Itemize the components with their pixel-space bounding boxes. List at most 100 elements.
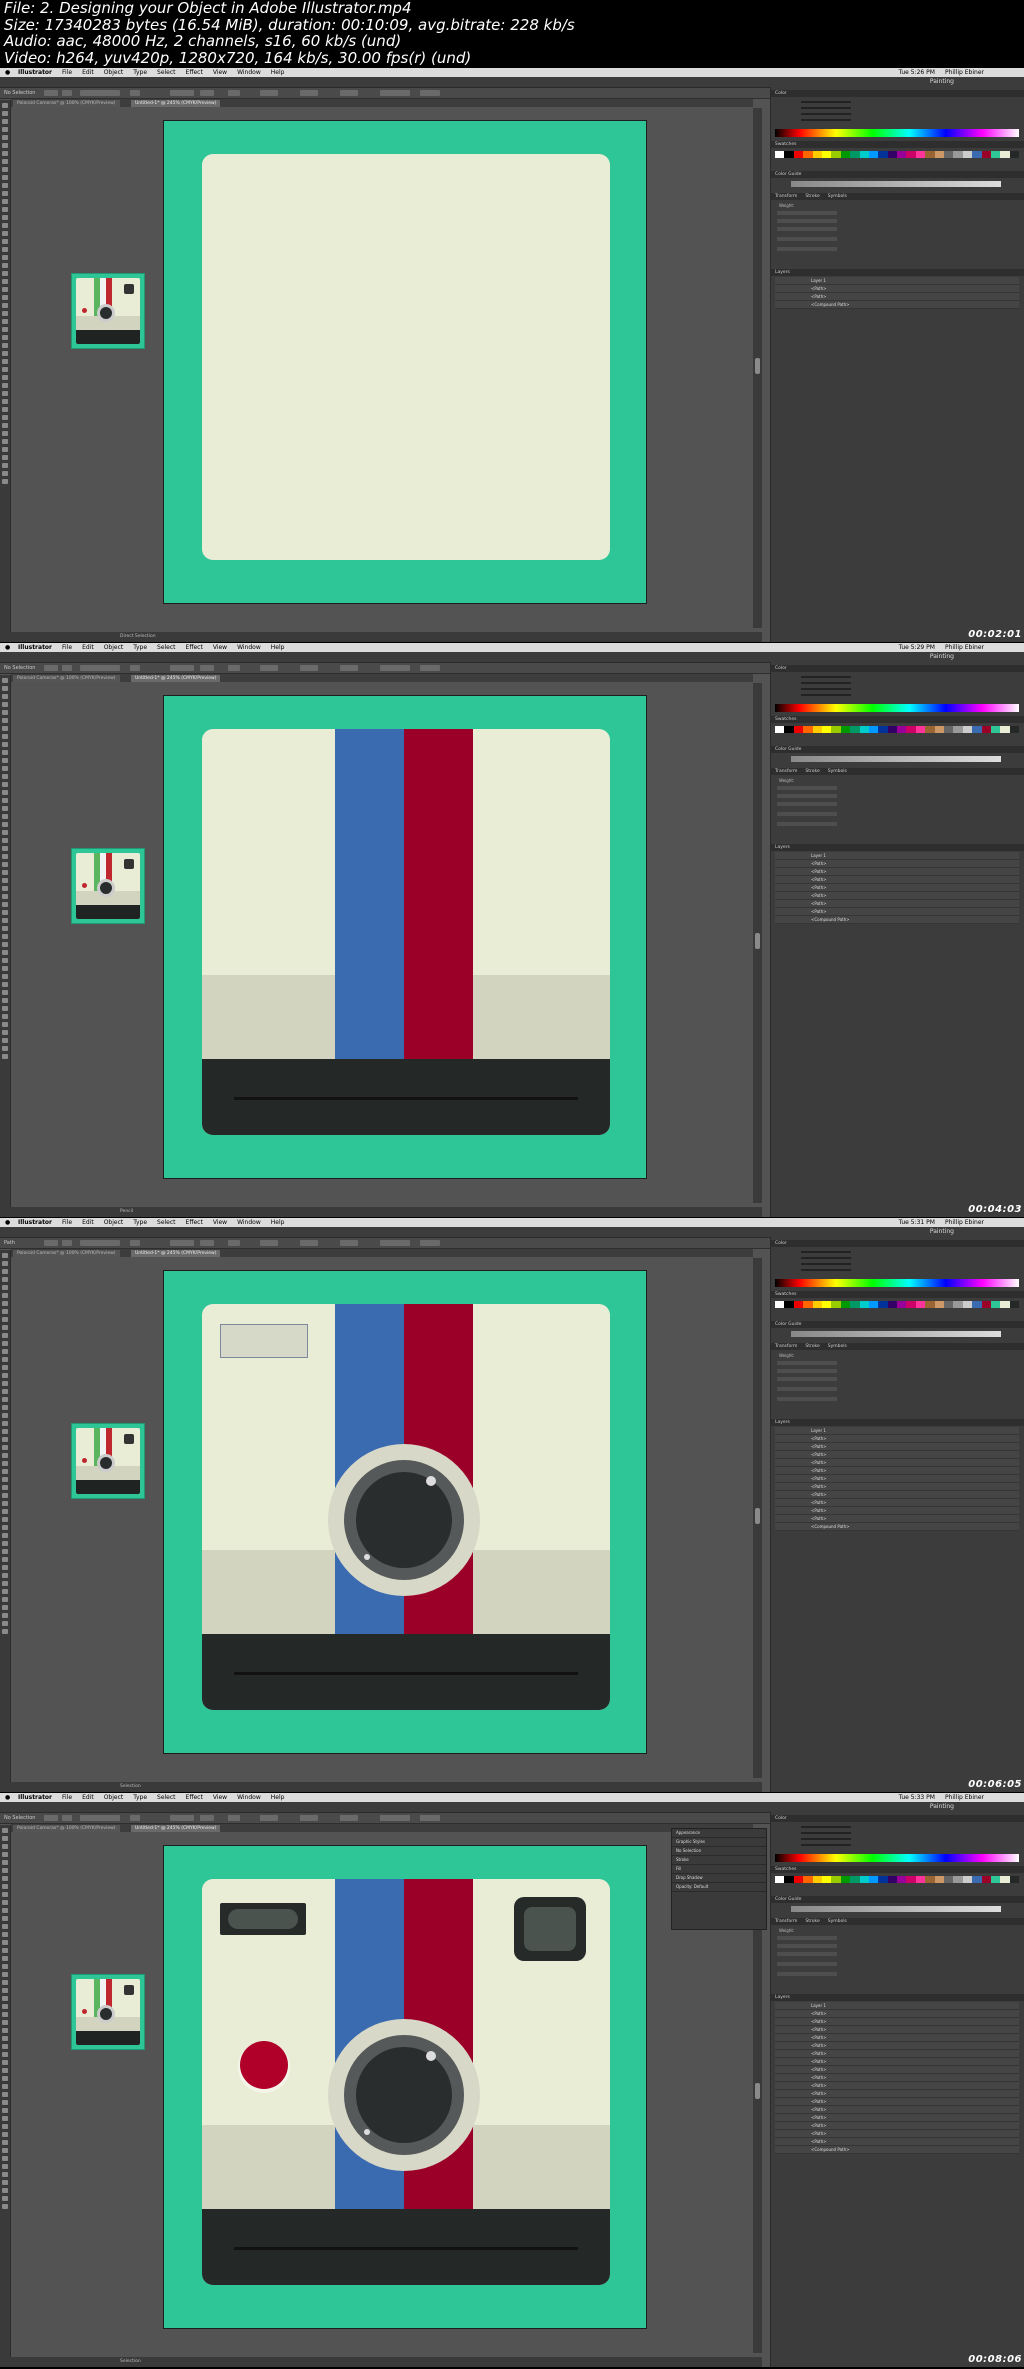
color-panel-header[interactable]: Color bbox=[771, 90, 1024, 97]
tool-icon[interactable] bbox=[2, 439, 8, 444]
workspace-switcher[interactable]: Painting bbox=[930, 1227, 954, 1237]
tool-icon[interactable] bbox=[2, 1054, 8, 1059]
layer-row[interactable]: <Path> bbox=[775, 876, 1019, 884]
tool-icon[interactable] bbox=[2, 391, 8, 396]
tool-icon[interactable] bbox=[2, 814, 8, 819]
stroke-panel-header[interactable]: Transform Stroke Symbols bbox=[771, 1918, 1024, 1925]
color-guide-header[interactable]: Color Guide bbox=[771, 746, 1024, 753]
swatch[interactable] bbox=[793, 726, 804, 733]
shutter-button[interactable] bbox=[240, 2041, 288, 2089]
menu-select[interactable]: Select bbox=[157, 68, 176, 77]
control-field[interactable] bbox=[62, 1240, 72, 1246]
swatch[interactable] bbox=[906, 726, 916, 733]
color-spectrum[interactable] bbox=[775, 704, 1019, 712]
control-field[interactable] bbox=[80, 90, 120, 96]
swatch[interactable] bbox=[934, 1301, 945, 1308]
tool-icon[interactable] bbox=[2, 1852, 8, 1857]
layer-row[interactable]: <Path> bbox=[775, 1435, 1019, 1443]
layer-row[interactable]: Layer 1 bbox=[775, 277, 1019, 285]
tool-icon[interactable] bbox=[2, 431, 8, 436]
stroke-option[interactable] bbox=[777, 1387, 837, 1391]
appearance-item[interactable]: Appearance bbox=[672, 1829, 766, 1838]
color-guide-header[interactable]: Color Guide bbox=[771, 1321, 1024, 1328]
app-menu[interactable]: Illustrator bbox=[18, 1793, 52, 1802]
menu-file[interactable]: File bbox=[62, 1218, 72, 1227]
swatch[interactable] bbox=[812, 151, 822, 158]
stroke-panel-header[interactable]: Transform Stroke Symbols bbox=[771, 193, 1024, 200]
tool-icon[interactable] bbox=[2, 1828, 8, 1833]
tool-icon[interactable] bbox=[2, 902, 8, 907]
menu-help[interactable]: Help bbox=[271, 1218, 285, 1227]
color-guide-strip[interactable] bbox=[791, 1331, 1001, 1337]
tab-untitled[interactable]: Untitled-1* @ 245% (CMYK/Preview) bbox=[131, 100, 221, 107]
menu-select[interactable]: Select bbox=[157, 1218, 176, 1227]
layer-row[interactable]: <Path> bbox=[775, 2106, 1019, 2114]
apple-menu-icon[interactable]: ● bbox=[5, 643, 10, 652]
camera-body[interactable] bbox=[202, 729, 610, 1135]
tool-icon[interactable] bbox=[2, 103, 8, 108]
swatch[interactable] bbox=[1009, 1876, 1020, 1883]
stroke-tab[interactable]: Transform bbox=[775, 769, 797, 774]
stroke-tab[interactable]: Stroke bbox=[805, 1919, 819, 1924]
film-slot[interactable] bbox=[234, 1672, 578, 1675]
swatch[interactable] bbox=[868, 726, 879, 733]
tool-icon[interactable] bbox=[2, 2156, 8, 2161]
blue-stripe[interactable] bbox=[335, 729, 404, 1059]
swatch[interactable] bbox=[821, 1301, 832, 1308]
control-field[interactable] bbox=[300, 665, 318, 671]
swatch[interactable] bbox=[962, 726, 973, 733]
tool-icon[interactable] bbox=[2, 1485, 8, 1490]
scroll-thumb[interactable] bbox=[755, 358, 760, 374]
control-field[interactable] bbox=[170, 1240, 194, 1246]
tool-icon[interactable] bbox=[2, 1956, 8, 1961]
tool-icon[interactable] bbox=[2, 1940, 8, 1945]
swatch[interactable] bbox=[868, 1876, 879, 1883]
swatch[interactable] bbox=[897, 1876, 907, 1883]
swatch[interactable] bbox=[859, 726, 869, 733]
tool-icon[interactable] bbox=[2, 686, 8, 691]
menu-select[interactable]: Select bbox=[157, 643, 176, 652]
tool-icon[interactable] bbox=[2, 2188, 8, 2193]
control-field[interactable] bbox=[130, 90, 140, 96]
tool-icon[interactable] bbox=[2, 854, 8, 859]
swatch[interactable] bbox=[990, 726, 1001, 733]
tool-icon[interactable] bbox=[2, 1541, 8, 1546]
control-field[interactable] bbox=[420, 1240, 440, 1246]
tab-polaroid-cameras[interactable]: Polaroid Cameras* @ 100% (CMYK/Preview) bbox=[13, 675, 120, 682]
tool-icon[interactable] bbox=[2, 878, 8, 883]
stroke-tab[interactable]: Symbols bbox=[828, 194, 847, 199]
tool-icon[interactable] bbox=[2, 2060, 8, 2065]
tool-icon[interactable] bbox=[2, 1509, 8, 1514]
tool-icon[interactable] bbox=[2, 455, 8, 460]
color-guide-strip[interactable] bbox=[791, 756, 1001, 762]
swatch[interactable] bbox=[803, 151, 813, 158]
tool-icon[interactable] bbox=[2, 1916, 8, 1921]
tool-icon[interactable] bbox=[2, 926, 8, 931]
tool-icon[interactable] bbox=[2, 1397, 8, 1402]
tool-icon[interactable] bbox=[2, 974, 8, 979]
layer-row[interactable]: <Path> bbox=[775, 2074, 1019, 2082]
tool-icon[interactable] bbox=[2, 319, 8, 324]
workspace-switcher[interactable]: Painting bbox=[930, 652, 954, 662]
swatch[interactable] bbox=[850, 1301, 860, 1308]
control-field[interactable] bbox=[260, 1240, 278, 1246]
layer-row[interactable]: <Path> bbox=[775, 2114, 1019, 2122]
tool-icon[interactable] bbox=[2, 175, 8, 180]
tool-icon[interactable] bbox=[2, 958, 8, 963]
tool-icon[interactable] bbox=[2, 1613, 8, 1618]
control-field[interactable] bbox=[200, 90, 214, 96]
menu-file[interactable]: File bbox=[62, 1793, 72, 1802]
vertical-scrollbar[interactable] bbox=[753, 683, 762, 1203]
tool-icon[interactable] bbox=[2, 1605, 8, 1610]
control-field[interactable] bbox=[380, 665, 410, 671]
film-slot[interactable] bbox=[234, 1097, 578, 1100]
canvas-area[interactable] bbox=[11, 1833, 753, 2353]
swatch[interactable] bbox=[775, 151, 785, 158]
tool-icon[interactable] bbox=[2, 678, 8, 683]
lens-inner-glass[interactable] bbox=[356, 2047, 452, 2143]
camera-preview-thumbnail[interactable] bbox=[71, 1423, 145, 1499]
swatch[interactable] bbox=[831, 1301, 841, 1308]
app-menu[interactable]: Illustrator bbox=[18, 643, 52, 652]
appearance-item[interactable]: Drop Shadow bbox=[672, 1874, 766, 1883]
tool-icon[interactable] bbox=[2, 1525, 8, 1530]
